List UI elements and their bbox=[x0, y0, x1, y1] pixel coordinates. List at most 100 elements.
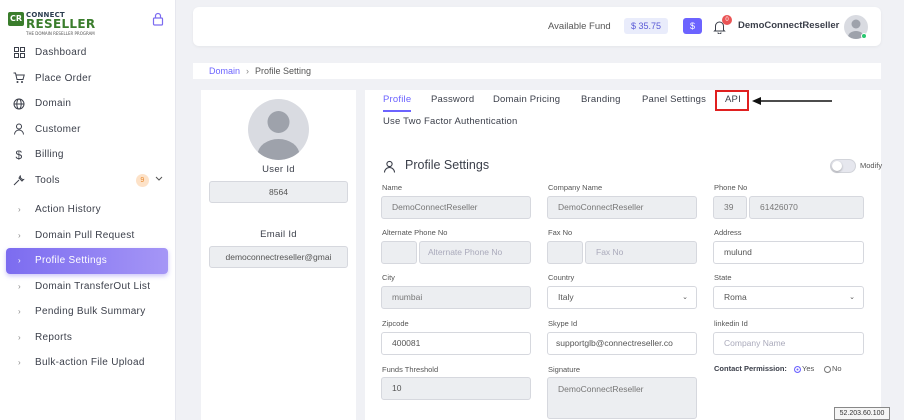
phone-code-field[interactable]: 39 bbox=[713, 196, 747, 219]
city-field[interactable]: mumbai bbox=[381, 286, 531, 309]
tab-two-factor-auth[interactable]: Use Two Factor Authentication bbox=[383, 116, 517, 134]
sidebar-subitem-reports[interactable]: › Reports bbox=[0, 325, 176, 351]
company-name-label: Company Name bbox=[548, 183, 603, 192]
breadcrumb-current: Profile Setting bbox=[255, 66, 312, 76]
tab-profile[interactable]: Profile bbox=[383, 94, 412, 112]
contact-permission-label: Contact Permission: bbox=[714, 364, 787, 373]
logo-tagline: THE DOMAIN RESELLER PROGRAM bbox=[26, 31, 95, 36]
online-status-dot bbox=[861, 33, 867, 39]
alternate-phone-code-field[interactable] bbox=[381, 241, 417, 264]
radio-yes-label: Yes bbox=[802, 364, 815, 373]
contact-permission-yes-option[interactable]: Yes bbox=[794, 364, 814, 373]
chevron-down-icon: ⌄ bbox=[849, 294, 855, 301]
profile-settings-title: Profile Settings bbox=[405, 158, 490, 172]
header-user-name[interactable]: DemoConnectReseller bbox=[738, 20, 839, 31]
alternate-phone-label: Alternate Phone No bbox=[382, 228, 448, 237]
ip-address-badge: 52.203.60.100 bbox=[834, 407, 890, 420]
signature-label: Signature bbox=[548, 365, 581, 374]
user-summary-card: User Id 8564 Email Id democonnectreselle… bbox=[201, 90, 356, 420]
sidebar-subitem-pending-bulk-summary[interactable]: › Pending Bulk Summary bbox=[0, 299, 176, 325]
alternate-phone-field[interactable]: Alternate Phone No bbox=[419, 241, 531, 264]
dollar-icon: $ bbox=[15, 147, 23, 162]
linkedin-id-field[interactable]: Company Name bbox=[713, 332, 864, 355]
funds-threshold-label: Funds Threshold bbox=[382, 365, 439, 374]
notification-badge: 0 bbox=[722, 15, 732, 25]
funds-threshold-field[interactable]: 10 bbox=[381, 377, 531, 400]
zipcode-field[interactable]: 400081 bbox=[381, 332, 531, 355]
address-field[interactable]: mulund bbox=[713, 241, 864, 264]
sidebar-subitem-bulk-action-file-upload[interactable]: › Bulk-action File Upload bbox=[0, 350, 176, 376]
available-fund-label: Available Fund bbox=[548, 21, 611, 32]
logo-text-reseller: RESELLER bbox=[26, 17, 96, 31]
name-field[interactable]: DemoConnectReseller bbox=[381, 196, 531, 219]
wrench-icon bbox=[13, 174, 25, 186]
tab-panel-settings[interactable]: Panel Settings bbox=[642, 94, 706, 112]
sidebar-item-domain[interactable]: Domain bbox=[0, 91, 176, 117]
chevron-right-icon: › bbox=[18, 230, 21, 240]
sidebar-subitem-label: Pending Bulk Summary bbox=[35, 306, 146, 318]
country-selected-value: Italy bbox=[558, 292, 574, 302]
breadcrumb-domain-link[interactable]: Domain bbox=[209, 66, 240, 76]
sidebar-item-label: Dashboard bbox=[35, 47, 87, 59]
sidebar-subitem-label: Profile Settings bbox=[35, 255, 108, 267]
chevron-right-icon: › bbox=[18, 256, 21, 266]
phone-number-field[interactable]: 61426070 bbox=[749, 196, 864, 219]
modify-toggle[interactable] bbox=[830, 159, 856, 173]
radio-no[interactable] bbox=[824, 365, 831, 373]
state-label: State bbox=[714, 273, 732, 282]
sidebar-subitem-label: Domain TransferOut List bbox=[35, 280, 151, 292]
chevron-right-icon: › bbox=[18, 307, 21, 317]
sidebar-subitem-label: Bulk-action File Upload bbox=[35, 357, 145, 369]
tab-password[interactable]: Password bbox=[431, 94, 474, 112]
fax-label: Fax No bbox=[548, 228, 573, 237]
sidebar-subitem-profile-settings[interactable]: › Profile Settings bbox=[6, 248, 168, 274]
sidebar-item-billing[interactable]: $ Billing bbox=[0, 142, 176, 168]
user-icon bbox=[383, 160, 396, 173]
sidebar-item-customer[interactable]: Customer bbox=[0, 117, 176, 143]
address-label: Address bbox=[714, 228, 742, 237]
signature-textarea[interactable]: DemoConnectReseller bbox=[547, 377, 697, 419]
available-fund-value: $ 35.75 bbox=[624, 18, 668, 34]
email-id-field: democonnectreseller@gmai bbox=[209, 246, 348, 268]
country-select[interactable]: Italy ⌄ bbox=[547, 286, 697, 309]
chevron-right-icon: › bbox=[18, 358, 21, 368]
chevron-down-icon[interactable] bbox=[155, 176, 163, 182]
chevron-right-icon: › bbox=[18, 332, 21, 342]
add-fund-button[interactable]: $ bbox=[683, 18, 702, 34]
city-label: City bbox=[382, 273, 395, 282]
fax-field[interactable]: Fax No bbox=[585, 241, 697, 264]
lock-icon[interactable] bbox=[151, 12, 165, 26]
skype-id-label: Skype Id bbox=[548, 319, 578, 328]
brand-logo[interactable]: CR CONNECT RESELLER THE DOMAIN RESELLER … bbox=[8, 9, 95, 36]
sidebar-nav: Dashboard Place Order Domain Customer $ … bbox=[0, 40, 176, 376]
sidebar-subitem-label: Reports bbox=[35, 331, 73, 343]
sidebar: CR CONNECT RESELLER THE DOMAIN RESELLER … bbox=[0, 0, 176, 420]
phone-label: Phone No bbox=[714, 183, 748, 192]
sidebar-item-dashboard[interactable]: Dashboard bbox=[0, 40, 176, 66]
sidebar-subitem-domain-transferout-list[interactable]: › Domain TransferOut List bbox=[0, 274, 176, 300]
sidebar-item-label: Domain bbox=[35, 98, 72, 110]
sidebar-item-tools[interactable]: Tools 9 bbox=[0, 168, 176, 194]
skype-id-field[interactable]: supportglb@connectreseller.co bbox=[547, 332, 697, 355]
chevron-right-icon: › bbox=[18, 205, 21, 215]
top-header: Available Fund $ 35.75 $ 0 DemoConnectRe… bbox=[193, 7, 881, 46]
state-select[interactable]: Roma ⌄ bbox=[713, 286, 864, 309]
fax-code-field[interactable] bbox=[547, 241, 583, 264]
radio-no-label: No bbox=[832, 364, 842, 373]
sidebar-subitem-action-history[interactable]: › Action History bbox=[0, 197, 176, 223]
sidebar-item-place-order[interactable]: Place Order bbox=[0, 66, 176, 92]
sidebar-item-label: Place Order bbox=[35, 72, 92, 84]
tab-branding[interactable]: Branding bbox=[581, 94, 621, 112]
sidebar-subitem-label: Domain Pull Request bbox=[35, 229, 135, 241]
modify-label: Modify bbox=[860, 161, 883, 170]
state-selected-value: Roma bbox=[724, 292, 747, 302]
linkedin-id-label: linkedin Id bbox=[714, 319, 748, 328]
radio-yes[interactable] bbox=[794, 365, 801, 373]
sidebar-item-label: Customer bbox=[35, 123, 81, 135]
sidebar-subitem-domain-pull-request[interactable]: › Domain Pull Request bbox=[0, 223, 176, 249]
logo-mark-icon: CR bbox=[8, 12, 24, 26]
company-name-field[interactable]: DemoConnectReseller bbox=[547, 196, 697, 219]
contact-permission-no-option[interactable]: No bbox=[824, 364, 842, 373]
globe-icon bbox=[13, 98, 25, 110]
tab-domain-pricing[interactable]: Domain Pricing bbox=[493, 94, 560, 112]
